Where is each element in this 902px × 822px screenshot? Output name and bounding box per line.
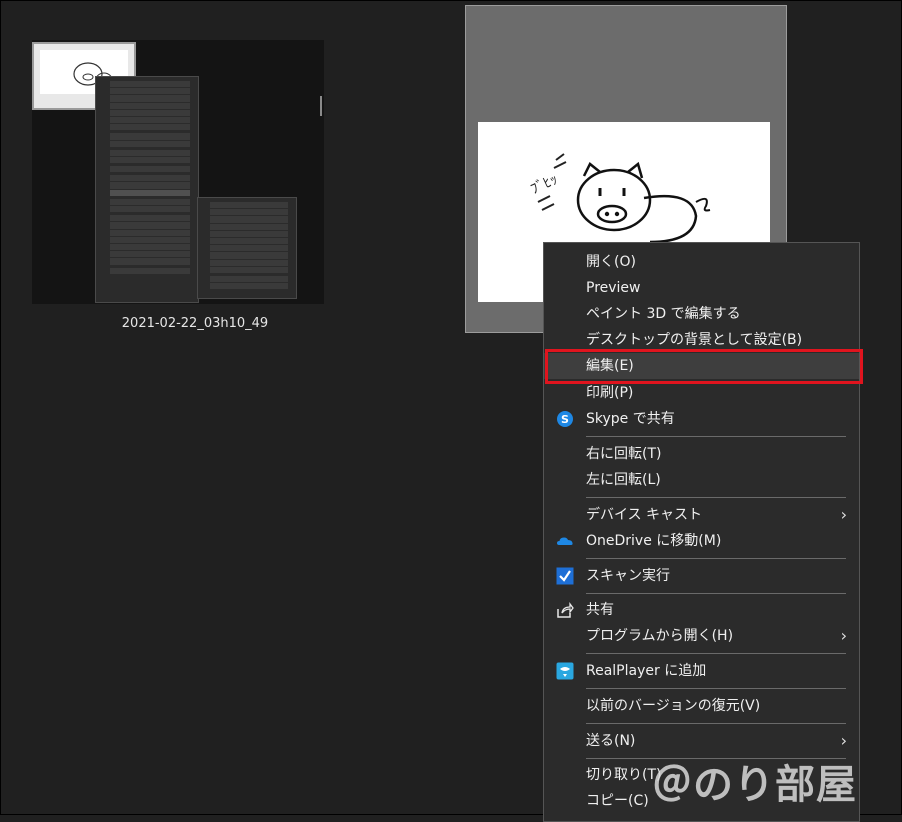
menu-item-label: 送る(N) <box>586 733 636 749</box>
menu-item-label: OneDrive に移動(M) <box>586 533 722 549</box>
menu-separator <box>586 497 846 498</box>
menu-item-label: 共有 <box>586 602 614 618</box>
mini-submenu-item <box>210 266 288 274</box>
mini-menu-item-highlighted <box>110 189 190 197</box>
menu-item-share[interactable]: 共有 <box>544 597 859 623</box>
menu-item-label: 右に回転(T) <box>586 446 662 462</box>
menu-separator <box>586 653 846 654</box>
menu-item-restore-previous-versions[interactable]: 以前のバージョンの復元(V) <box>544 693 859 719</box>
menu-separator <box>586 723 846 724</box>
menu-item-label: 左に回転(L) <box>586 472 661 488</box>
menu-separator <box>586 436 846 437</box>
menu-item-skype-share[interactable]: S Skype で共有 <box>544 406 859 432</box>
mini-submenu-item <box>210 202 288 210</box>
mini-menu-item <box>110 206 190 214</box>
mini-menu-item <box>110 156 190 165</box>
mini-menu-item <box>110 81 190 89</box>
chevron-right-icon: › <box>840 626 847 645</box>
menu-item-label: プログラムから開く(H) <box>586 628 734 644</box>
menu-item-preview[interactable]: Preview <box>544 275 859 301</box>
svg-text:ﾌﾞﾋｯ: ﾌﾞﾋｯ <box>528 171 560 197</box>
mini-menu-item <box>110 215 190 223</box>
mini-context-menu <box>95 76 199 303</box>
mini-menu-item <box>110 243 190 252</box>
thumbnail-scrollbar[interactable] <box>320 96 322 116</box>
realplayer-icon <box>556 662 574 680</box>
menu-item-label: 開く(O) <box>586 254 636 270</box>
watermark-text: ＠のり部屋 <box>652 762 857 808</box>
file-name-label: 2021-02-22_03h10_49 <box>121 316 269 331</box>
mini-submenu-item <box>210 275 288 284</box>
mini-menu-item <box>110 175 190 183</box>
mini-menu-item <box>110 124 190 132</box>
menu-item-rotate-right[interactable]: 右に回転(T) <box>544 441 859 467</box>
svg-text:S: S <box>561 413 569 426</box>
menu-item-open-with[interactable]: プログラムから開く(H) › <box>544 623 859 649</box>
pig-drawing-icon: ﾌﾞﾋｯ <box>528 153 711 244</box>
menu-separator <box>586 593 846 594</box>
menu-item-label: Preview <box>586 280 641 296</box>
menu-item-edit-paint3d[interactable]: ペイント 3D で編集する <box>544 301 859 327</box>
menu-item-label: スキャン実行 <box>586 568 670 584</box>
mini-menu-item <box>110 222 190 230</box>
menu-item-label: 以前のバージョンの復元(V) <box>586 698 761 714</box>
menu-item-cast-to-device[interactable]: デバイス キャスト › <box>544 502 859 528</box>
menu-item-open[interactable]: 開く(O) <box>544 249 859 275</box>
chevron-right-icon: › <box>840 505 847 524</box>
scan-icon <box>556 567 574 585</box>
menu-item-label: 切り取り(T) <box>586 767 662 783</box>
share-icon <box>557 602 574 618</box>
menu-item-scan[interactable]: スキャン実行 <box>544 563 859 589</box>
mini-submenu <box>197 197 297 299</box>
menu-item-label: コピー(C) <box>586 793 649 809</box>
mini-menu-item <box>110 133 190 141</box>
mini-menu-item <box>110 251 190 259</box>
mini-menu-item <box>110 95 190 103</box>
mini-menu-item <box>110 198 190 206</box>
menu-item-label: Skype で共有 <box>586 411 675 427</box>
mini-submenu-item <box>210 245 288 253</box>
mini-submenu-item <box>210 230 288 238</box>
menu-item-rotate-left[interactable]: 左に回転(L) <box>544 467 859 493</box>
mini-submenu-item <box>210 223 288 231</box>
mini-submenu-item <box>210 283 288 291</box>
menu-item-label: ペイント 3D で編集する <box>586 306 741 322</box>
mini-menu-item <box>110 140 190 148</box>
menu-separator <box>586 558 846 559</box>
mini-menu-item <box>110 166 190 174</box>
mini-menu-item <box>110 182 190 190</box>
menu-item-send-to[interactable]: 送る(N) › <box>544 728 859 754</box>
mini-submenu-item <box>210 252 288 260</box>
mini-menu-item <box>110 102 190 110</box>
menu-separator <box>586 688 846 689</box>
annotation-highlight-box <box>545 349 863 384</box>
skype-icon: S <box>557 411 573 427</box>
menu-item-move-to-onedrive[interactable]: OneDrive に移動(M) <box>544 528 859 554</box>
mini-menu-item <box>110 236 190 244</box>
menu-item-label: デバイス キャスト <box>586 507 703 523</box>
menu-item-label: RealPlayer に追加 <box>586 663 707 679</box>
mini-menu-item <box>110 229 190 237</box>
mini-submenu-item <box>210 209 288 217</box>
mini-menu-item <box>110 116 190 125</box>
menu-item-add-to-realplayer[interactable]: RealPlayer に追加 <box>544 658 859 684</box>
mini-submenu-item <box>210 259 288 267</box>
mini-submenu-item <box>210 237 288 246</box>
chevron-right-icon: › <box>840 731 847 750</box>
mini-menu-item <box>110 88 190 96</box>
mini-menu-item <box>110 258 190 266</box>
mini-menu-item <box>110 109 190 117</box>
onedrive-icon <box>557 537 573 545</box>
mini-submenu-item <box>210 216 288 224</box>
mini-menu-item <box>110 149 190 157</box>
mini-menu-item <box>110 267 190 275</box>
